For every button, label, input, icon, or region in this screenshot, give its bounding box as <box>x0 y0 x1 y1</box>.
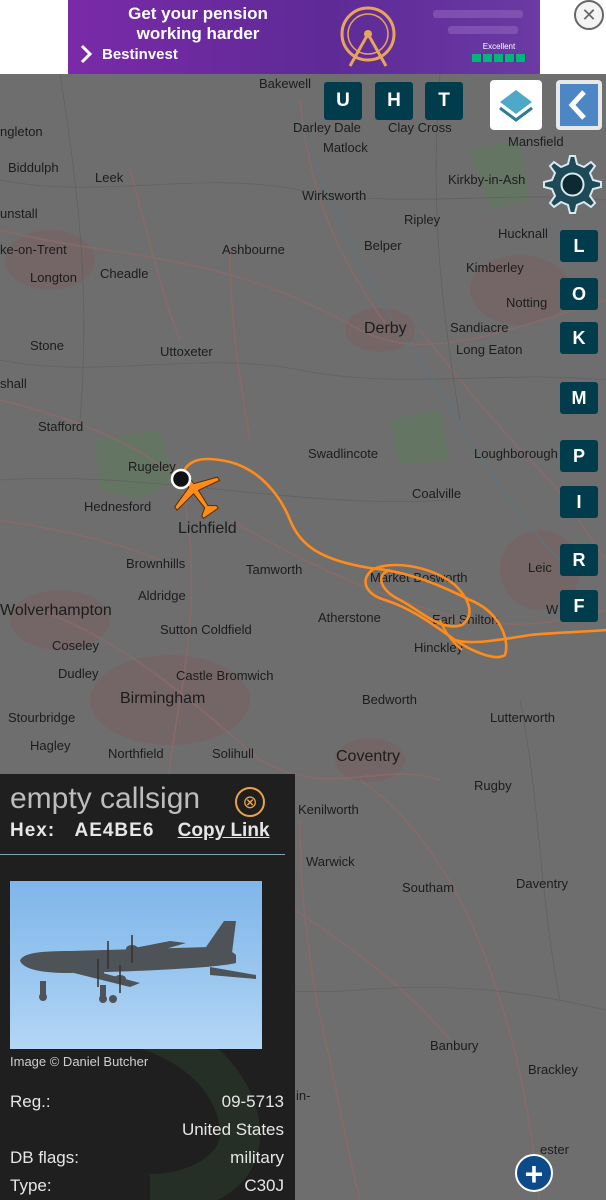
ad-blurred-text <box>448 26 518 34</box>
layers-button[interactable] <box>490 80 542 130</box>
t-button[interactable]: T <box>425 82 463 120</box>
hex-label: Hex: <box>10 820 56 841</box>
ad-brand: Bestinvest <box>102 46 178 63</box>
aircraft-info-panel: empty callsign ⊗ Hex: AE4BE6 Copy Link I… <box>0 774 295 1200</box>
reg-label: Reg.: <box>10 1092 51 1111</box>
hex-row: Hex: AE4BE6 Copy Link <box>10 820 270 842</box>
h-button[interactable]: H <box>375 82 413 120</box>
ad-blurred-text <box>433 10 523 18</box>
trustpilot-stars-icon <box>472 54 526 62</box>
f-button[interactable]: F <box>560 590 598 622</box>
divider <box>0 854 285 855</box>
ad-rating-label: Excellent <box>482 42 516 51</box>
m-button[interactable]: M <box>560 382 598 414</box>
callsign: empty callsign <box>10 782 201 815</box>
k-button[interactable]: K <box>560 322 598 354</box>
close-panel-button[interactable]: ⊗ <box>235 787 265 817</box>
bestinvest-logo-icon <box>80 44 93 64</box>
country-value: United States <box>181 1120 284 1139</box>
ad-headline: Get your pension working harder <box>128 4 268 43</box>
u-button[interactable]: U <box>324 82 362 120</box>
track-start-marker-icon <box>170 468 192 490</box>
type-label: Type: <box>10 1176 52 1195</box>
layers-icon <box>499 90 533 122</box>
copy-link[interactable]: Copy Link <box>178 820 270 841</box>
ad-banner[interactable]: Get your pension working harder Bestinve… <box>68 0 540 74</box>
aircraft-photo[interactable] <box>10 881 262 1049</box>
aircraft-photo-image <box>20 921 256 1003</box>
db-flags-value: military <box>230 1148 284 1167</box>
reg-value: 09-5713 <box>221 1092 284 1111</box>
photo-credit: Image © Daniel Butcher <box>10 1054 149 1069</box>
p-button[interactable]: P <box>560 440 598 472</box>
r-button[interactable]: R <box>560 544 598 576</box>
o-button[interactable]: O <box>560 278 598 310</box>
gear-icon[interactable] <box>535 148 605 218</box>
ad-bar: Get your pension working harder Bestinve… <box>0 0 606 74</box>
hamster-wheel-icon <box>340 6 396 67</box>
db-flags-label: DB flags: <box>10 1148 79 1167</box>
ad-close-button[interactable]: ✕ <box>574 0 604 30</box>
l-button[interactable]: L <box>560 230 598 262</box>
zoom-in-button[interactable]: + <box>515 1154 553 1192</box>
hex-value: AE4BE6 <box>74 820 155 841</box>
i-button[interactable]: I <box>560 486 598 518</box>
back-button[interactable] <box>556 80 602 130</box>
type-value: C30J <box>244 1176 284 1195</box>
chevron-left-icon <box>560 84 598 126</box>
